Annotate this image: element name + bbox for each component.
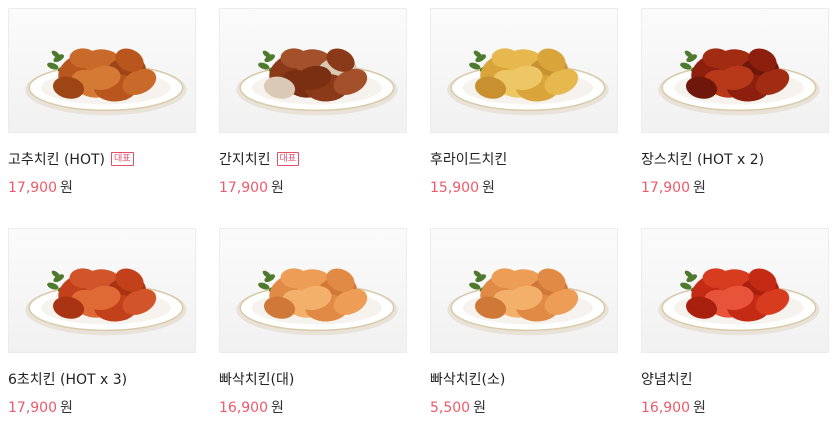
menu-item-card[interactable]: 고추치킨 (HOT) 대표 17,900 원: [8, 8, 196, 197]
menu-item-photo[interactable]: [8, 8, 196, 133]
menu-item-photo[interactable]: [641, 228, 829, 353]
signature-badge: 대표: [111, 152, 134, 166]
menu-item-price: 17,900: [8, 400, 57, 416]
menu-item-price: 17,900: [641, 180, 690, 196]
menu-item-name[interactable]: 빠삭치킨(대): [219, 369, 294, 389]
menu-item-name[interactable]: 고추치킨 (HOT): [8, 149, 105, 169]
menu-item-photo[interactable]: [219, 228, 407, 353]
menu-item-photo[interactable]: [430, 8, 618, 133]
currency-label: 원: [60, 400, 73, 416]
currency-label: 원: [60, 180, 73, 196]
currency-label: 원: [693, 180, 706, 196]
currency-label: 원: [271, 400, 284, 416]
menu-item-name[interactable]: 빠삭치킨(소): [430, 369, 505, 389]
currency-label: 원: [271, 180, 284, 196]
menu-item-name[interactable]: 장스치킨 (HOT x 2): [641, 149, 764, 169]
menu-item-card[interactable]: 장스치킨 (HOT x 2) 17,900 원: [641, 8, 829, 197]
signature-badge: 대표: [276, 152, 300, 166]
menu-item-price: 16,900: [219, 400, 268, 416]
menu-item-price: 5,500: [430, 400, 471, 416]
menu-item-card[interactable]: 후라이드치킨 15,900 원: [430, 8, 618, 197]
menu-item-photo[interactable]: [430, 228, 618, 353]
currency-label: 원: [482, 180, 495, 196]
menu-grid: 고추치킨 (HOT) 대표 17,900원 간지치킨 대표 17,900원: [0, 0, 837, 425]
currency-label: 원: [473, 400, 486, 416]
menu-item-price: 16,900: [641, 400, 690, 416]
menu-item-card[interactable]: 양념치킨 16,900 원: [641, 228, 829, 417]
menu-item-name[interactable]: 간지치킨: [219, 149, 271, 169]
currency-label: 원: [693, 400, 706, 416]
menu-item-name[interactable]: 후라이드치킨: [430, 149, 507, 169]
menu-item-photo[interactable]: [641, 8, 829, 133]
menu-item-photo[interactable]: [219, 8, 407, 133]
menu-item-price: 17,900: [219, 180, 268, 196]
menu-item-name[interactable]: 6초치킨 (HOT x 3): [8, 369, 127, 389]
menu-item-card[interactable]: 빠삭치킨(소) 5,500 원: [430, 228, 618, 417]
menu-item-card[interactable]: 빠삭치킨(대) 16,900 원: [219, 228, 407, 417]
menu-item-price: 17,900: [8, 180, 57, 196]
menu-item-card[interactable]: 6초치킨 (HOT x 3) 17,900 원: [8, 228, 196, 417]
menu-item-price: 15,900: [430, 180, 479, 196]
menu-item-card[interactable]: 간지치킨 대표 17,900 원: [219, 8, 407, 197]
menu-item-name[interactable]: 양념치킨: [641, 369, 693, 389]
menu-item-photo[interactable]: [8, 228, 196, 353]
